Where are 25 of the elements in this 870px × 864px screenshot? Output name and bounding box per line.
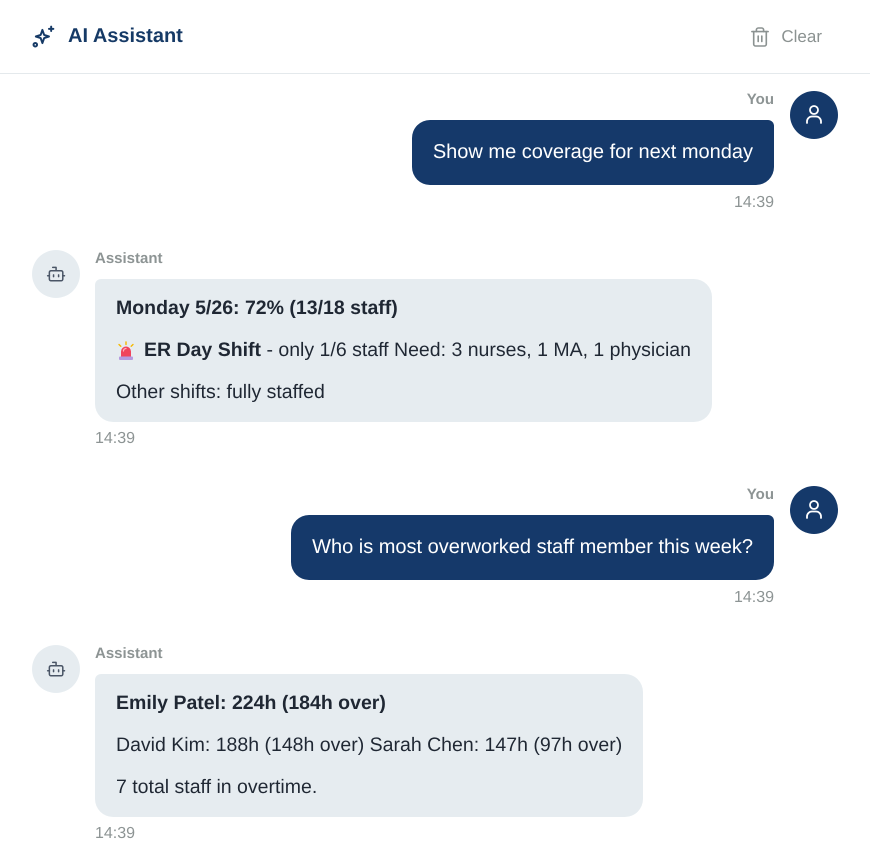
clear-button[interactable]: Clear [735,18,838,54]
sparkle-icon [32,25,55,48]
app-title: AI Assistant [68,25,183,48]
sender-label: You [746,486,774,504]
message-text: Other shifts: fully staffed [116,380,326,405]
message-time: 14:39 [95,430,136,448]
siren-icon [116,340,136,360]
message-time: 14:39 [95,825,136,843]
sender-label: Assistant [95,645,163,663]
message-text: 7 total staff in overtime. [116,775,318,800]
message-heading: Monday 5/26: 72% (13/18 staff) [116,296,399,321]
trash-icon [751,26,770,46]
message-text: ER Day Shift - only 1/6 staff Need: 3 nurses, 1 MA, 1 physician [144,338,691,363]
sender-label: You [746,91,774,109]
message-bubble: Show me coverage for next monday [412,120,774,185]
message-time: 14:39 [734,194,774,212]
person-avatar-icon [790,486,838,534]
person-avatar-icon [790,91,838,139]
sender-label: Assistant [95,250,163,268]
message-time: 14:39 [734,589,774,607]
robot-avatar-icon [32,250,80,298]
robot-avatar-icon [32,645,80,693]
message-heading: Emily Patel: 224h (184h over) [116,691,387,716]
message-text: David Kim: 188h (148h over) Sarah Chen: 147h (97h over) [116,733,622,758]
message-bubble: Who is most overworked staff member this week? [291,515,774,580]
